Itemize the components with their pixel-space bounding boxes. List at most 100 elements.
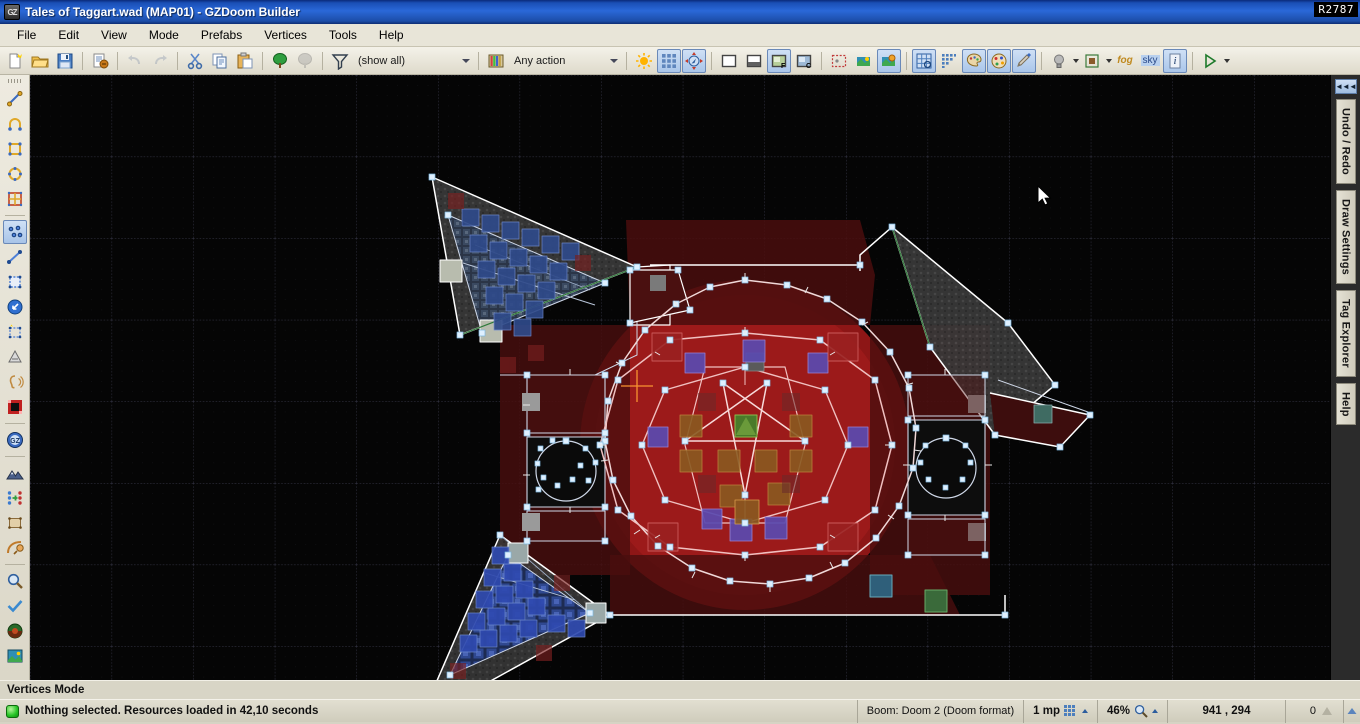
status-grid-size[interactable]: 1 mp <box>1023 699 1097 723</box>
reload-resources-button[interactable] <box>3 619 27 643</box>
curve-linedefs-button[interactable] <box>3 536 27 560</box>
open-map-button[interactable] <box>28 49 52 73</box>
insert-prefab-button[interactable] <box>268 49 292 73</box>
sound-propagation-button[interactable] <box>3 370 27 394</box>
redo-button[interactable] <box>148 49 172 73</box>
show-comments-button[interactable] <box>962 48 986 73</box>
thing-align-button[interactable] <box>3 486 27 510</box>
cut-button[interactable] <box>183 49 207 73</box>
test-dropdown-arrow-icon[interactable] <box>1224 58 1230 63</box>
menu-item-edit[interactable]: Edit <box>47 25 90 45</box>
edit-selection-button[interactable] <box>3 320 27 344</box>
models-button[interactable] <box>1080 49 1104 73</box>
view-ceiling-textures-button[interactable]: C <box>792 49 816 73</box>
draw-ellipse-tool[interactable] <box>3 162 27 186</box>
models-dropdown-arrow-icon[interactable] <box>1106 58 1112 63</box>
mode-bar: Vertices Mode <box>0 680 1360 699</box>
thing-filter-combo[interactable]: (show all) <box>353 51 473 71</box>
sync-camera-button[interactable] <box>682 48 706 73</box>
app-icon: GZ <box>4 4 20 20</box>
current-mode-label: Vertices Mode <box>7 684 85 696</box>
visual-mode-button[interactable]: GZ <box>3 428 27 452</box>
status-zoom[interactable]: 46% <box>1096 699 1167 723</box>
event-lines-button[interactable]: i <box>1163 48 1187 73</box>
toolbar-separator <box>262 51 263 70</box>
menu-item-vertices[interactable]: Vertices <box>253 25 318 45</box>
tab-draw-settings[interactable]: Draw Settings <box>1335 189 1356 284</box>
tab-tag-explorer[interactable]: Tag Explorer <box>1335 289 1356 377</box>
tab-undo-redo[interactable]: Undo / Redo <box>1335 99 1356 184</box>
linedefs-mode-button[interactable] <box>3 245 27 269</box>
bridge-tool-button[interactable] <box>3 511 27 535</box>
toolbar-separator <box>1041 51 1042 70</box>
paste-button[interactable] <box>233 49 257 73</box>
menu-item-view[interactable]: View <box>90 25 138 45</box>
window-title-bar: GZ Tales of Taggart.wad (MAP01) - GZDoom… <box>0 0 1360 24</box>
grid-size-value: 1 mp <box>1033 705 1060 717</box>
menu-item-file[interactable]: File <box>6 25 47 45</box>
status-message-area: Nothing selected. Resources loaded in 42… <box>0 704 857 718</box>
map-analysis-button[interactable] <box>3 594 27 618</box>
toolbar-grip <box>7 79 22 83</box>
map-render[interactable] <box>30 75 1330 680</box>
toolbar-separator <box>177 51 178 70</box>
copy-button[interactable] <box>208 49 232 73</box>
status-led-icon <box>6 704 19 718</box>
script-editor-button[interactable] <box>88 49 112 73</box>
save-map-button[interactable] <box>53 49 77 73</box>
grid-dropdown-arrow-icon[interactable] <box>1081 709 1088 713</box>
texture-columns-icon <box>484 49 508 73</box>
test-map-button[interactable] <box>1198 49 1222 73</box>
window-title: Tales of Taggart.wad (MAP01) - GZDoom Bu… <box>25 5 300 19</box>
vertices-mode-button[interactable] <box>2 220 27 244</box>
draw-rectangle-tool[interactable] <box>3 137 27 161</box>
right-panel-rail: ◄◄◄ Undo / Redo Draw Settings Tag Explor… <box>1330 75 1360 680</box>
show-grid-button[interactable] <box>657 48 681 73</box>
view-floor-textures-button[interactable]: F <box>767 48 791 73</box>
marquee-select-button[interactable] <box>827 49 851 73</box>
sky-button[interactable]: sky <box>1138 49 1162 73</box>
sectors-3d-floors-button[interactable] <box>3 395 27 419</box>
draw-curve-tool[interactable] <box>3 112 27 136</box>
lights-dropdown-arrow-icon[interactable] <box>1073 58 1079 63</box>
new-map-button[interactable] <box>3 49 27 73</box>
color-preview-button[interactable] <box>987 48 1011 73</box>
menu-item-tools[interactable]: Tools <box>318 25 368 45</box>
snap-to-grid-button[interactable] <box>912 48 936 73</box>
make-sector-button[interactable] <box>3 345 27 369</box>
find-replace-button[interactable] <box>3 569 27 593</box>
scrollbar-up-button[interactable] <box>1343 699 1360 723</box>
toolbar-separator <box>478 51 479 70</box>
image-export-button[interactable] <box>3 644 27 668</box>
full-brightness-button[interactable] <box>632 49 656 73</box>
paint-select-button[interactable] <box>1012 48 1036 73</box>
dynamic-lights-button[interactable] <box>1047 49 1071 73</box>
map-canvas[interactable] <box>30 75 1330 680</box>
menu-item-help[interactable]: Help <box>368 25 415 45</box>
toolbar-separator <box>82 51 83 70</box>
undo-button[interactable] <box>123 49 147 73</box>
highlight-things-button[interactable] <box>877 48 901 73</box>
sectors-mode-button[interactable] <box>3 270 27 294</box>
dynamic-grid-button[interactable] <box>937 49 961 73</box>
zoom-dropdown-arrow-icon[interactable] <box>1152 709 1158 713</box>
show-things-button[interactable] <box>852 49 876 73</box>
collapse-chevrons-icon[interactable]: ◄◄◄ <box>1334 79 1357 94</box>
fog-button[interactable]: fog <box>1113 49 1137 73</box>
linedef-action-value: Any action <box>514 54 566 67</box>
things-mode-button[interactable] <box>3 295 27 319</box>
draw-lines-tool[interactable] <box>3 87 27 111</box>
terrain-tool-button[interactable] <box>3 461 27 485</box>
create-prefab-button[interactable] <box>293 49 317 73</box>
tab-tag-explorer-label: Tag Explorer <box>1339 298 1352 368</box>
tab-help[interactable]: Help <box>1335 382 1356 426</box>
draw-grid-tool[interactable] <box>3 187 27 211</box>
status-bar: Nothing selected. Resources loaded in 42… <box>0 699 1360 723</box>
menu-item-prefabs[interactable]: Prefabs <box>190 25 253 45</box>
view-wireframe-button[interactable] <box>717 49 741 73</box>
linedef-action-combo[interactable]: Any action <box>509 51 621 71</box>
coordinates-value: 941 , 294 <box>1202 705 1251 717</box>
menu-item-mode[interactable]: Mode <box>138 25 190 45</box>
view-brightness-button[interactable] <box>742 49 766 73</box>
status-game-config: Boom: Doom 2 (Doom format) <box>856 699 1023 723</box>
